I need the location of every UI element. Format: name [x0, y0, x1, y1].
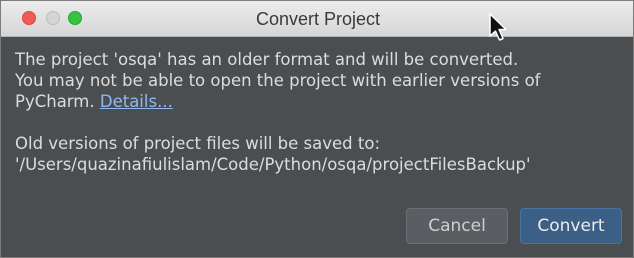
message-line-3: PyCharm. Details...: [15, 91, 627, 112]
message-body: The project 'osqa' has an older format a…: [15, 49, 627, 175]
cancel-button[interactable]: Cancel: [406, 208, 508, 244]
message-line-2: You may not be able to open the project …: [15, 71, 541, 90]
message-line-3-prefix: PyCharm.: [15, 92, 95, 111]
message-line-1: The project 'osqa' has an older format a…: [15, 50, 519, 69]
convert-button[interactable]: Convert: [520, 208, 622, 244]
window-title: Convert Project: [255, 9, 381, 29]
backup-path: '/Users/quazinafiulislam/Code/Python/osq…: [15, 155, 531, 174]
mouse-pointer-icon: [489, 13, 507, 41]
message-line-4: Old versions of project files will be sa…: [15, 134, 381, 153]
convert-project-dialog: Convert Project The project 'osqa' has a…: [0, 0, 634, 258]
details-link[interactable]: Details...: [100, 92, 173, 111]
title-bar[interactable]: Convert Project: [1, 1, 633, 41]
